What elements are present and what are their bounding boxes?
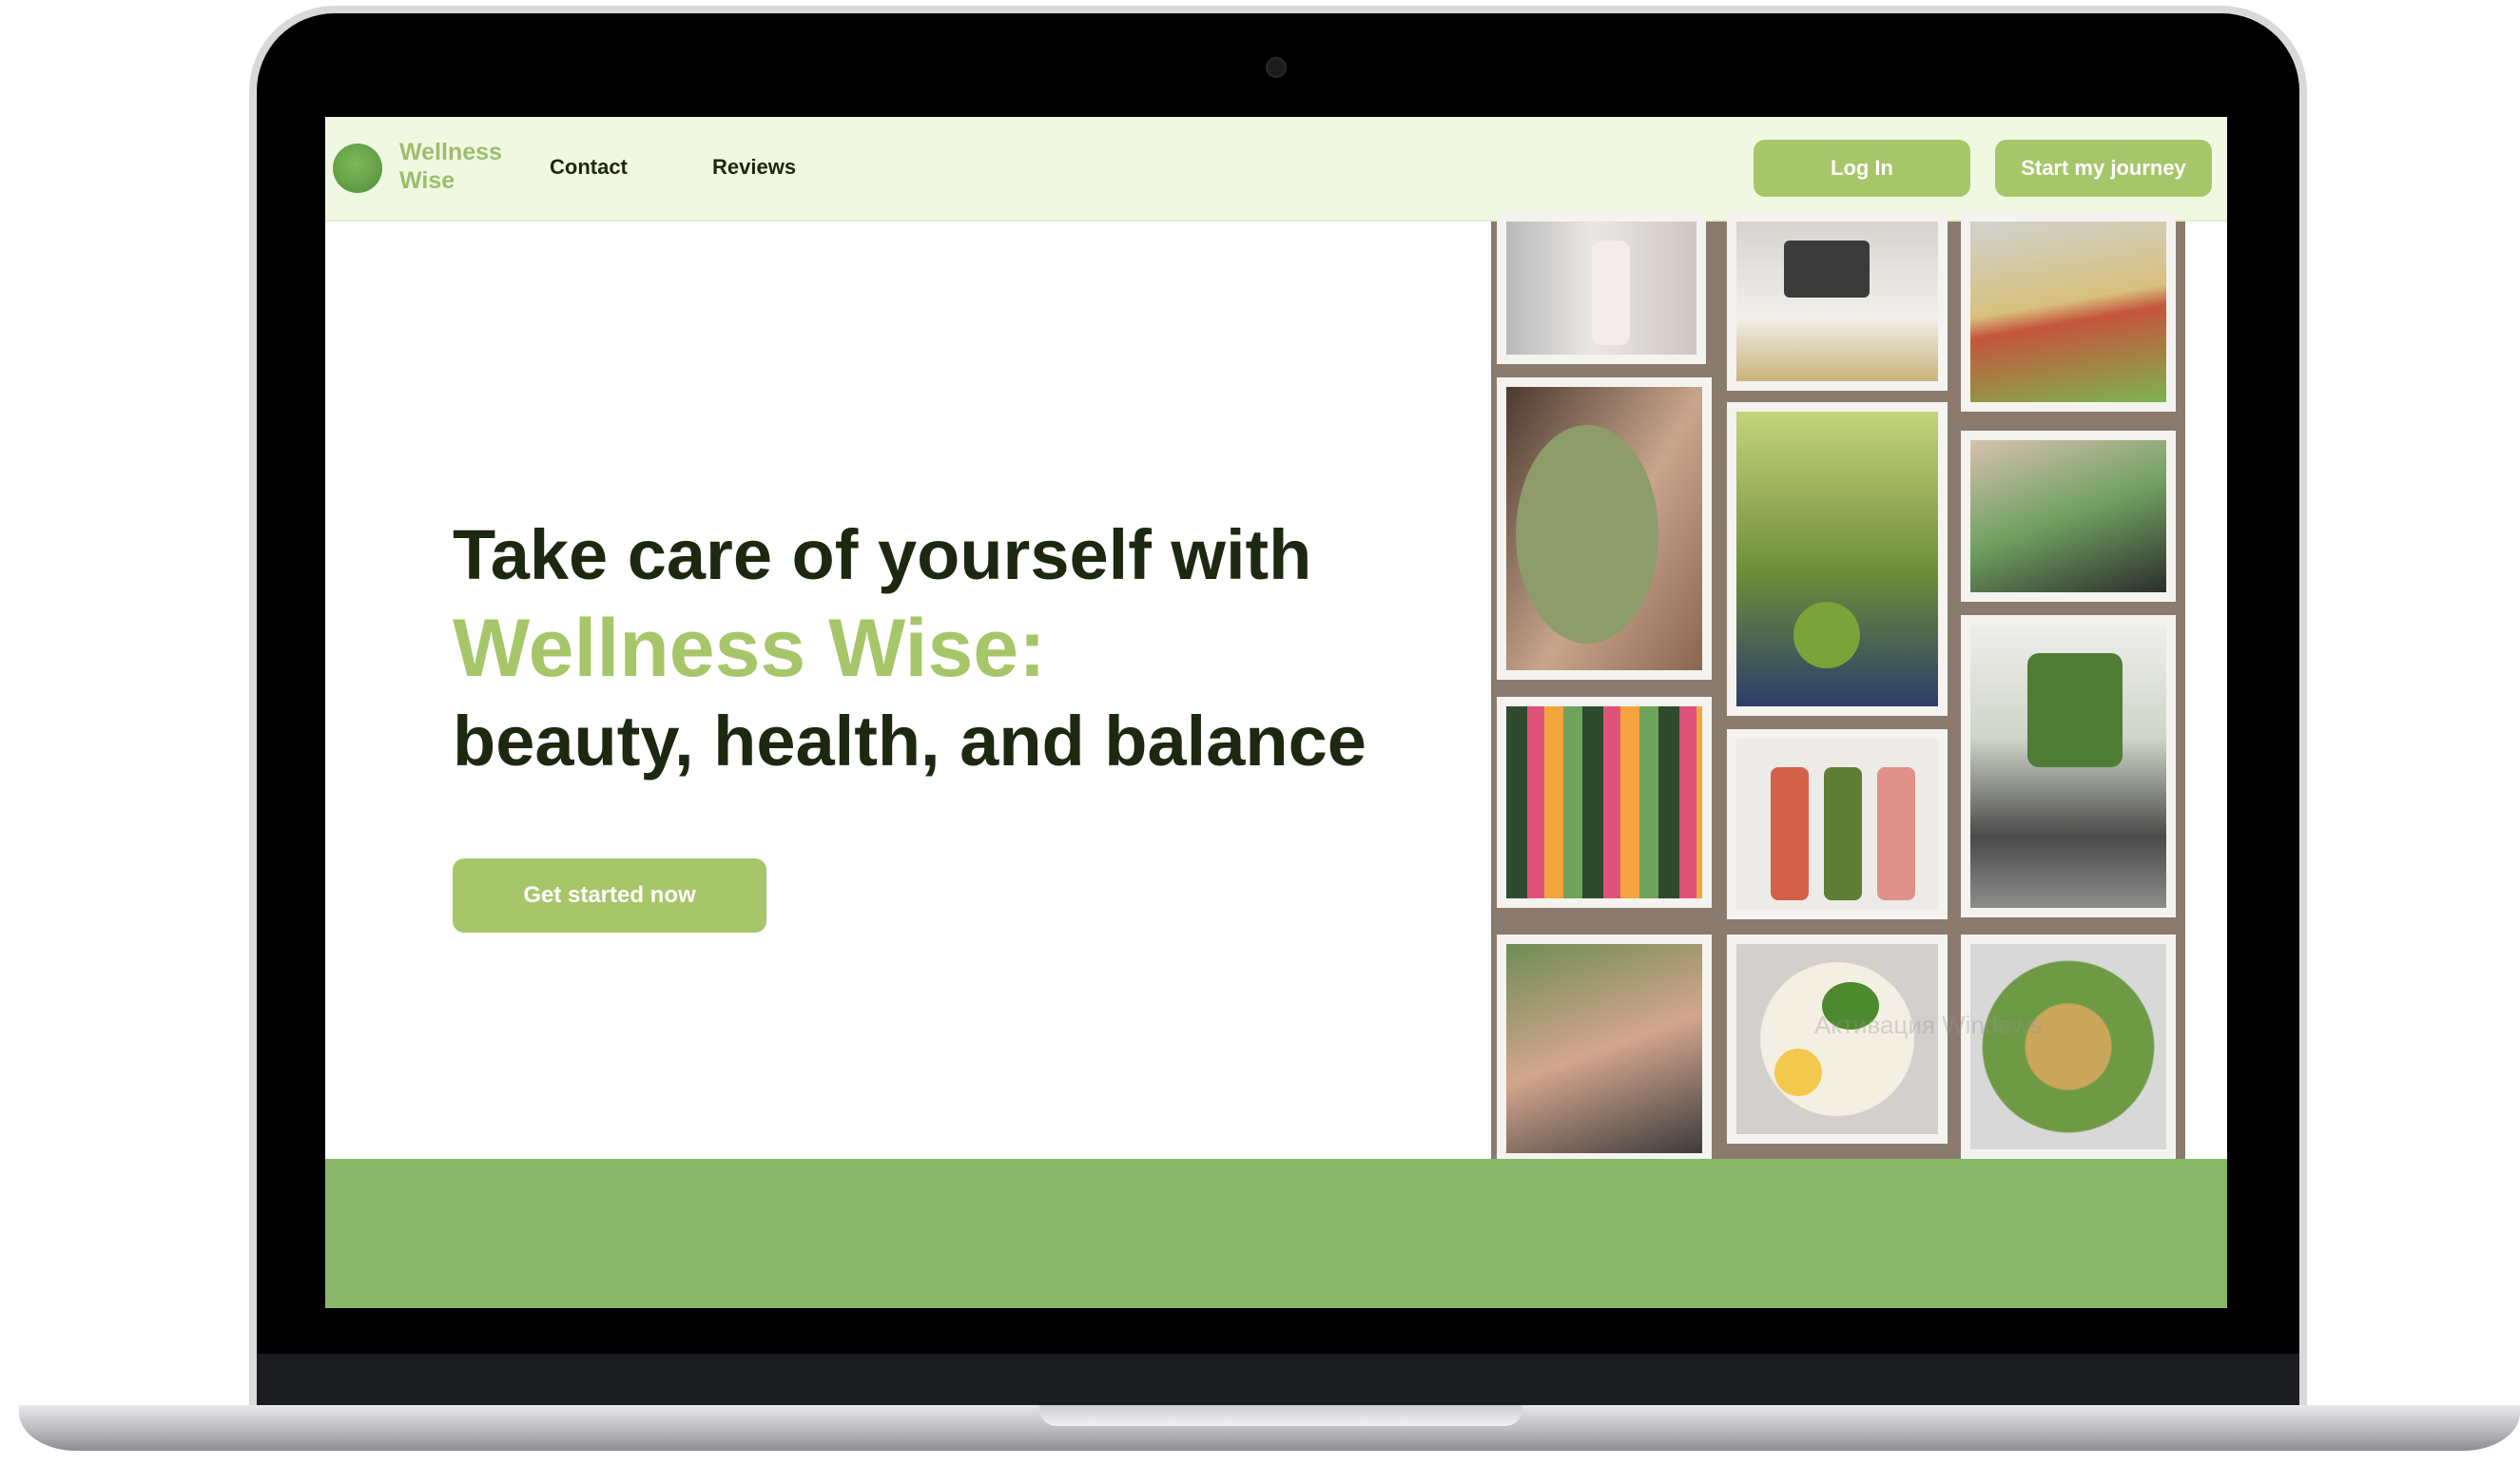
smoothie-fruit-bowl-photo — [1727, 402, 1948, 716]
webcam — [1266, 57, 1287, 78]
hero-heading-line1: Take care of yourself with — [453, 515, 1312, 594]
laptop-notch — [1039, 1405, 1522, 1426]
nav-link-contact[interactable]: Contact — [550, 155, 628, 180]
nav-link-reviews[interactable]: Reviews — [712, 155, 796, 180]
green-smoothie-photo — [1961, 431, 2176, 602]
juice-shelf-photo — [1497, 697, 1712, 908]
login-button[interactable]: Log In — [1754, 140, 1970, 197]
footer-band — [325, 1159, 2227, 1308]
sandwich-photo — [1961, 212, 2176, 412]
brand-name-line1: Wellness — [399, 139, 502, 165]
face-mask-photo — [1497, 377, 1712, 680]
hero-heading-brand: Wellness Wise: — [453, 603, 1046, 694]
brand-name-line2: Wise — [399, 167, 456, 194]
laptop-breakfast-photo — [1727, 212, 1948, 391]
website-screen: Wellness Wise Contact Reviews Log In Sta… — [325, 117, 2227, 1308]
blender-photo — [1961, 615, 2176, 917]
smoothie-cup-photo — [1497, 935, 1712, 1163]
hero-heading-line3: beauty, health, and balance — [453, 702, 1367, 781]
start-journey-button[interactable]: Start my journey — [1995, 140, 2212, 197]
logo-icon[interactable] — [333, 144, 382, 193]
laptop-chin — [257, 1354, 2299, 1407]
get-started-button[interactable]: Get started now — [453, 858, 766, 933]
navbar: Wellness Wise Contact Reviews Log In Sta… — [325, 117, 2227, 222]
brand-name[interactable]: Wellness Wise — [399, 138, 523, 195]
caesar-salad-photo — [1961, 935, 2176, 1159]
juice-bottles-photo — [1727, 729, 1948, 919]
water-bottle-photo — [1497, 212, 1706, 364]
windows-activation-watermark: Активация Windows — [1814, 1011, 2043, 1039]
